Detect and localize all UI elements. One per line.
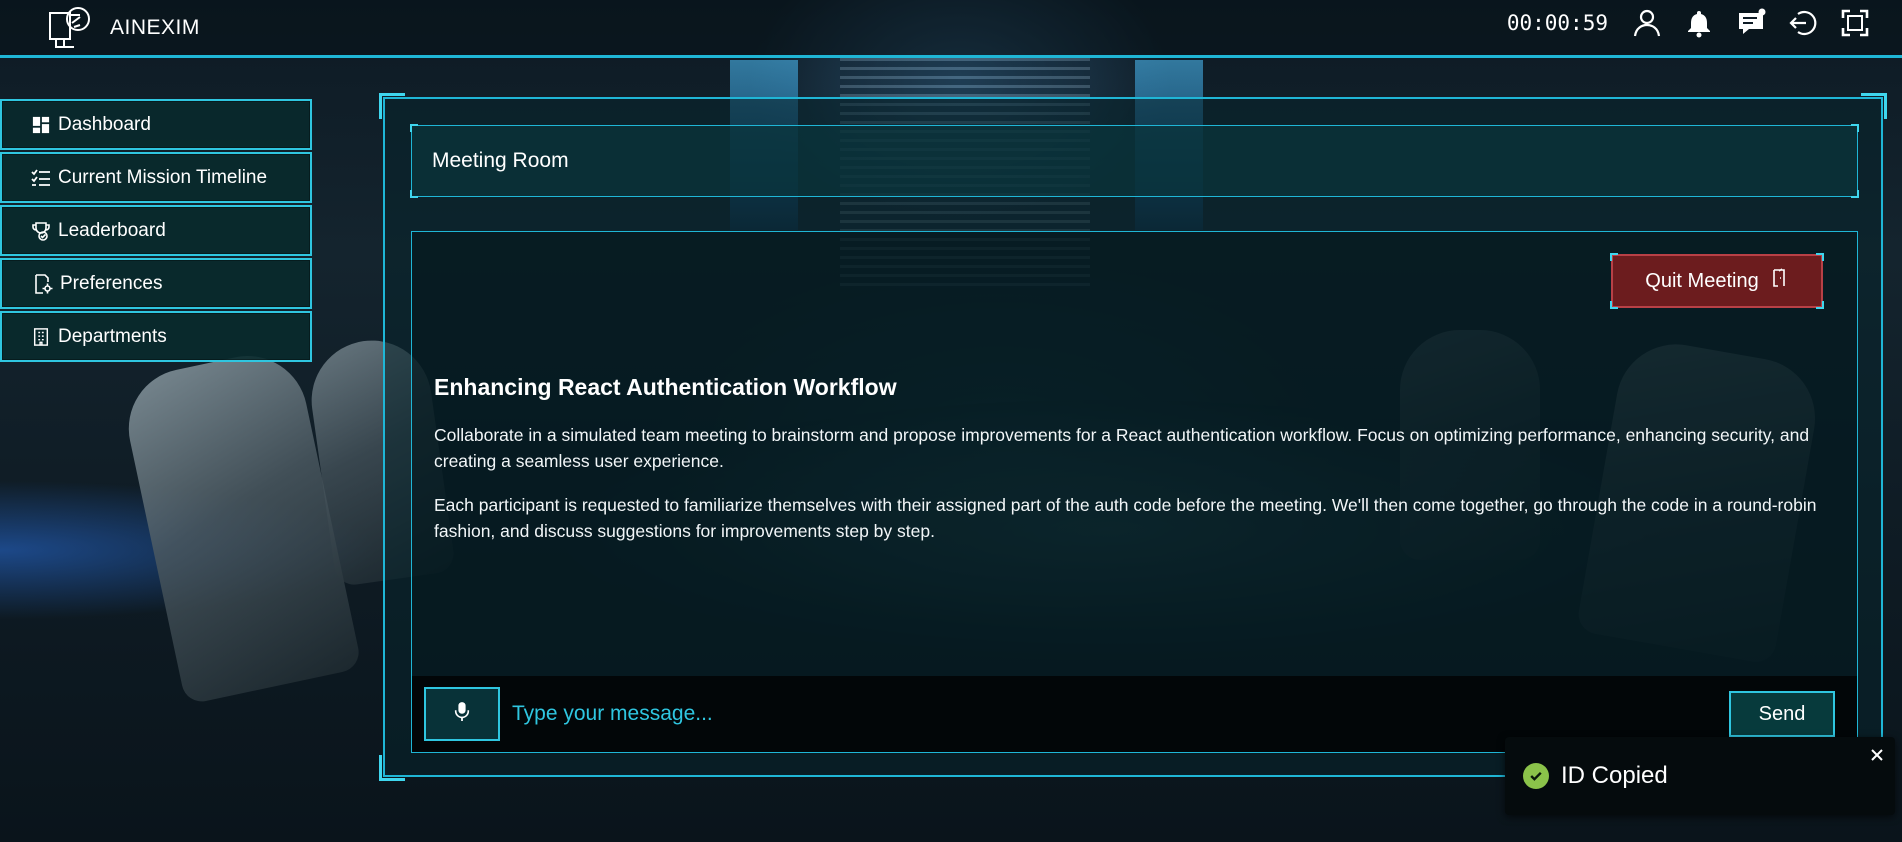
message-input[interactable]: [512, 689, 1729, 739]
fullscreen-icon[interactable]: [1838, 6, 1872, 40]
microphone-button[interactable]: [424, 687, 500, 741]
profile-icon[interactable]: [1630, 6, 1664, 40]
sidebar-item-preferences[interactable]: Preferences: [0, 258, 312, 309]
checklist-icon: [30, 167, 52, 189]
send-button[interactable]: Send: [1729, 691, 1835, 737]
sidebar-item-label: Dashboard: [58, 113, 151, 135]
page-title: Meeting Room: [432, 149, 569, 172]
bell-icon[interactable]: [1682, 6, 1716, 40]
meeting-content: Quit Meeting Enhancing React Authenticat…: [411, 231, 1858, 753]
quit-meeting-label: Quit Meeting: [1645, 269, 1759, 292]
sidebar-item-departments[interactable]: Departments: [0, 311, 312, 362]
sidebar-item-label: Current Mission Timeline: [58, 166, 268, 188]
panel-corner: [1861, 93, 1887, 119]
logout-icon[interactable]: [1786, 6, 1820, 40]
panel-corner: [379, 93, 405, 119]
sidebar-item-label: Preferences: [60, 272, 163, 294]
top-bar: AINEXIM 00:00:59: [0, 0, 1902, 58]
quit-meeting-button[interactable]: Quit Meeting: [1610, 253, 1824, 309]
building-icon: [30, 326, 52, 348]
sidebar-item-leaderboard[interactable]: Leaderboard: [0, 205, 312, 256]
microphone-icon: [453, 701, 471, 728]
room-header: Meeting Room: [410, 124, 1859, 198]
sidebar-item-label: Departments: [58, 325, 167, 347]
meeting-panel: Meeting Room Quit Meeting Enhancing Reac…: [379, 93, 1887, 781]
mission-instructions: Each participant is requested to familia…: [434, 495, 1817, 541]
mission-title: Enhancing React Authentication Workflow: [434, 374, 897, 400]
toast-notification: ID Copied: [1505, 737, 1895, 815]
check-circle-icon: [1523, 763, 1549, 789]
close-icon[interactable]: [1867, 745, 1887, 765]
sidebar-item-dashboard[interactable]: Dashboard: [0, 99, 312, 150]
dashboard-icon: [30, 114, 52, 136]
mission-description: Collaborate in a simulated team meeting …: [434, 425, 1810, 471]
session-timer: 00:00:59: [1506, 11, 1608, 35]
leaderboard-icon: [30, 220, 52, 242]
toast-message: ID Copied: [1561, 762, 1668, 789]
panel-corner: [379, 755, 405, 781]
chat-icon[interactable]: [1734, 6, 1768, 40]
brand-logo-icon: [44, 3, 94, 53]
exit-door-icon: [1769, 268, 1789, 294]
sidebar-item-label: Leaderboard: [58, 219, 166, 241]
brand[interactable]: AINEXIM: [44, 3, 200, 53]
sidebar-item-current-mission-timeline[interactable]: Current Mission Timeline: [0, 152, 312, 203]
brand-name: AINEXIM: [110, 15, 200, 39]
sidebar: Dashboard Current Mission Timeline Leade…: [0, 99, 312, 364]
preferences-icon: [32, 273, 54, 295]
